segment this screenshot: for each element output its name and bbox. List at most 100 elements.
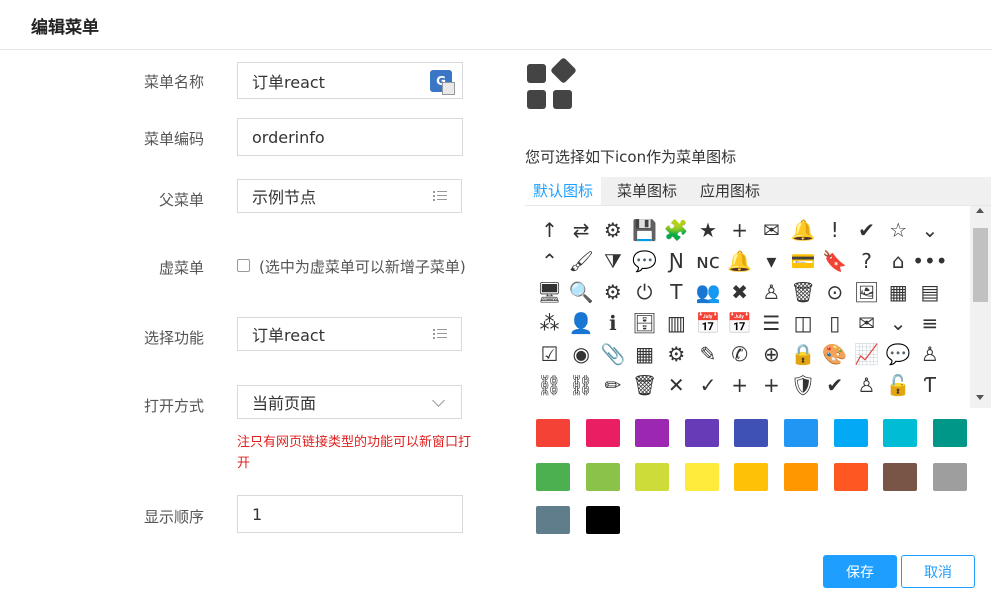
icon-option[interactable]: ⊕: [756, 338, 787, 369]
icon-option[interactable]: ⌂: [883, 245, 914, 276]
icon-option[interactable]: 🗑: [629, 369, 660, 400]
icon-option[interactable]: +: [724, 214, 755, 245]
icon-option[interactable]: ?: [851, 245, 882, 276]
icon-option[interactable]: ⇄: [566, 214, 597, 245]
icon-option[interactable]: 📈: [851, 338, 882, 369]
color-swatch[interactable]: [585, 506, 620, 534]
icon-option[interactable]: ⚙: [597, 214, 628, 245]
scroll-thumb[interactable]: [973, 228, 988, 302]
icon-option[interactable]: ⌃: [534, 245, 565, 276]
icon-option[interactable]: ▦: [629, 338, 660, 369]
icon-option[interactable]: 🗑: [788, 276, 819, 307]
color-swatch[interactable]: [734, 462, 769, 491]
icon-option[interactable]: ✔: [851, 214, 882, 245]
icon-option[interactable]: 💳: [788, 245, 819, 276]
tab-app-icons[interactable]: 应用图标: [692, 177, 768, 205]
color-swatch[interactable]: [932, 419, 967, 447]
icon-option[interactable]: +: [756, 369, 787, 400]
function-select[interactable]: 订单react: [237, 317, 462, 351]
color-swatch[interactable]: [932, 462, 967, 491]
icon-option[interactable]: Ƭ: [914, 369, 945, 400]
icon-option[interactable]: 💬: [883, 338, 914, 369]
icon-option[interactable]: ☆: [883, 214, 914, 245]
icon-option[interactable]: 🧩: [661, 214, 692, 245]
icon-option[interactable]: ⊙: [819, 276, 850, 307]
color-swatch[interactable]: [833, 462, 868, 491]
open-mode-select[interactable]: 当前页面: [237, 385, 462, 419]
icon-option[interactable]: 🖌: [566, 245, 597, 276]
icon-option[interactable]: 🔓: [883, 369, 914, 400]
icon-option[interactable]: ✏: [597, 369, 628, 400]
translate-icon[interactable]: G: [430, 69, 455, 95]
icon-option[interactable]: 💬: [629, 245, 660, 276]
icon-option[interactable]: Ɲ: [661, 245, 692, 276]
icon-option[interactable]: +: [724, 369, 755, 400]
icon-option[interactable]: ✆: [724, 338, 755, 369]
cancel-button[interactable]: 取消: [901, 555, 975, 588]
icon-option[interactable]: ⌄: [883, 307, 914, 338]
icon-option[interactable]: ✖: [724, 276, 755, 307]
save-button[interactable]: 保存: [823, 555, 897, 588]
icon-option[interactable]: 🖥: [534, 276, 565, 307]
display-order-input[interactable]: 1: [237, 495, 463, 533]
color-swatch[interactable]: [883, 462, 918, 491]
color-swatch[interactable]: [684, 419, 719, 447]
icon-option[interactable]: ✓: [693, 369, 724, 400]
tab-menu-icons[interactable]: 菜单图标: [609, 177, 685, 205]
icon-option[interactable]: 👤: [566, 307, 597, 338]
icon-option[interactable]: 🔔: [724, 245, 755, 276]
icon-option[interactable]: ⌄: [914, 214, 945, 245]
icon-option[interactable]: ✕: [661, 369, 692, 400]
menu-code-input[interactable]: orderinfo: [237, 118, 463, 156]
icon-option[interactable]: 👥: [693, 276, 724, 307]
icon-option[interactable]: ⚙: [597, 276, 628, 307]
icon-option[interactable]: 📅: [724, 307, 755, 338]
icon-option[interactable]: 🔒: [788, 338, 819, 369]
color-swatch[interactable]: [536, 419, 570, 447]
icon-option[interactable]: ⛓: [534, 369, 565, 400]
icon-option[interactable]: T: [661, 276, 692, 307]
color-swatch[interactable]: [734, 419, 769, 447]
icon-option[interactable]: ⧩: [597, 245, 628, 276]
icon-option[interactable]: 🔔: [788, 214, 819, 245]
scroll-down-arrow[interactable]: [976, 395, 984, 400]
icon-option[interactable]: ★: [693, 214, 724, 245]
icon-option[interactable]: ♙: [756, 276, 787, 307]
virtual-menu-checkbox[interactable]: [237, 259, 250, 272]
scrollbar[interactable]: [970, 206, 991, 408]
icon-option[interactable]: ≡: [914, 307, 945, 338]
parent-menu-select[interactable]: 示例节点: [237, 179, 462, 213]
icon-option[interactable]: ⁂: [534, 307, 565, 338]
icon-option[interactable]: ▯: [819, 307, 850, 338]
color-swatch[interactable]: [883, 419, 918, 447]
icon-option[interactable]: 🎨: [819, 338, 850, 369]
icon-option[interactable]: 🔖: [819, 245, 850, 276]
icon-option[interactable]: ◉: [566, 338, 597, 369]
color-swatch[interactable]: [784, 462, 818, 491]
icon-option[interactable]: ⏻: [629, 276, 660, 307]
icon-option[interactable]: !: [819, 214, 850, 245]
color-swatch[interactable]: [585, 462, 620, 491]
icon-option[interactable]: 📎: [597, 338, 628, 369]
icon-option[interactable]: 🛡: [788, 369, 819, 400]
color-swatch[interactable]: [536, 462, 570, 491]
color-swatch[interactable]: [536, 506, 570, 534]
icon-option[interactable]: ✔: [819, 369, 850, 400]
icon-option[interactable]: ♙: [914, 338, 945, 369]
color-swatch[interactable]: [684, 462, 719, 491]
icon-option[interactable]: ⚙: [661, 338, 692, 369]
icon-option[interactable]: ☰: [756, 307, 787, 338]
menu-name-input[interactable]: 订单react G: [237, 62, 463, 99]
icon-option[interactable]: ✉: [851, 307, 882, 338]
icon-option[interactable]: 💾: [629, 214, 660, 245]
icon-option[interactable]: ⛓: [566, 369, 597, 400]
icon-option[interactable]: ɴc: [693, 245, 724, 276]
icon-option[interactable]: ☑: [534, 338, 565, 369]
icon-option[interactable]: 📅: [693, 307, 724, 338]
icon-option[interactable]: ◫: [788, 307, 819, 338]
color-swatch[interactable]: [635, 419, 670, 447]
color-swatch[interactable]: [784, 419, 818, 447]
icon-option[interactable]: ▤: [914, 276, 945, 307]
color-swatch[interactable]: [833, 419, 868, 447]
icon-option[interactable]: 🔍: [566, 276, 597, 307]
